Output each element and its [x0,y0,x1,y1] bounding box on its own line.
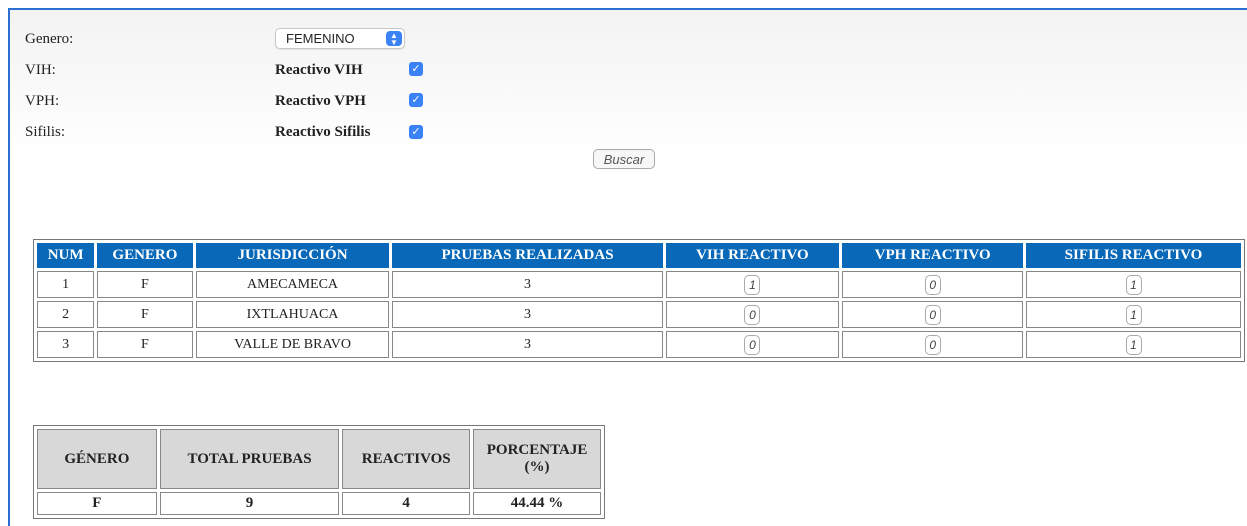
cell-jurisdiccion: AMECAMECA [195,271,390,298]
summary-header-porcentaje: PORCENTAJE (%) [473,429,601,489]
results-table: NUM GENERO JURISDICCIÓN PRUEBAS REALIZAD… [33,239,1245,362]
col-header-vph[interactable]: VPH REACTIVO [842,243,1024,268]
summary-header-porcentaje-unit: (%) [524,459,550,475]
cell-vph: 0 [842,301,1024,328]
vph-count-field[interactable]: 0 [924,334,941,355]
summary-table: GÉNERO TOTAL PRUEBAS REACTIVOS PORCENTAJ… [33,425,605,519]
vph-label: VPH: [25,93,60,109]
vih-label: VIH: [25,62,56,78]
summary-header-total: TOTAL PRUEBAS [159,429,340,489]
cell-vph: 0 [842,331,1024,358]
cell-jurisdiccion: VALLE DE BRAVO [195,331,390,358]
vph-check-label: Reactivo VPH [275,93,366,109]
col-header-jurisdiccion[interactable]: JURISDICCIÓN [195,243,390,268]
cell-vph: 0 [842,271,1024,298]
cell-sifilis: 1 [1026,301,1241,328]
col-header-vih[interactable]: VIH REACTIVO [665,243,840,268]
sifilis-count-field[interactable]: 1 [1125,334,1142,355]
cell-num: 3 [37,331,95,358]
summary-porcentaje: 44.44 % [473,492,601,515]
vph-count-field[interactable]: 0 [924,274,941,295]
summary-reactivos: 4 [342,492,471,515]
cell-genero: F [97,301,193,328]
summary-header-genero: GÉNERO [37,429,157,489]
col-header-sifilis[interactable]: SIFILIS REACTIVO [1026,243,1241,268]
cell-pruebas: 3 [392,301,663,328]
search-button[interactable]: Buscar [593,149,655,169]
cell-pruebas: 3 [392,331,663,358]
summary-genero: F [37,492,157,515]
cell-jurisdiccion: IXTLAHUACA [195,301,390,328]
summary-header-reactivos: REACTIVOS [342,429,471,489]
sifilis-count-field[interactable]: 1 [1125,274,1142,295]
cell-vih: 0 [665,301,840,328]
cell-sifilis: 1 [1026,271,1241,298]
vih-count-field[interactable]: 0 [744,304,761,325]
genero-select-value: FEMENINO [286,31,355,46]
col-header-genero[interactable]: GENERO [97,243,193,268]
table-row: 2 F IXTLAHUACA 3 0 0 1 [37,301,1241,328]
col-header-num[interactable]: NUM [37,243,95,268]
cell-genero: F [97,331,193,358]
sifilis-check-label: Reactivo Sifilis [275,124,371,140]
cell-num: 2 [37,301,95,328]
summary-header-porcentaje-label: PORCENTAJE [486,442,588,458]
cell-vih: 1 [665,271,840,298]
cell-vih: 0 [665,331,840,358]
sifilis-count-field[interactable]: 1 [1125,304,1142,325]
sifilis-checkbox[interactable]: ✓ [409,125,423,139]
cell-num: 1 [37,271,95,298]
vih-count-field[interactable]: 0 [744,334,761,355]
select-arrows-icon: ▲ ▼ [386,31,402,46]
summary-row: F 9 4 44.44 % [37,492,601,515]
vih-checkbox[interactable]: ✓ [409,62,423,76]
table-row: 3 F VALLE DE BRAVO 3 0 0 1 [37,331,1241,358]
vph-count-field[interactable]: 0 [924,304,941,325]
summary-header-row: GÉNERO TOTAL PRUEBAS REACTIVOS PORCENTAJ… [37,429,601,489]
genero-select[interactable]: FEMENINO ▲ ▼ [275,28,405,49]
vih-check-label: Reactivo VIH [275,62,363,78]
table-row: 1 F AMECAMECA 3 1 0 1 [37,271,1241,298]
cell-sifilis: 1 [1026,331,1241,358]
sifilis-label: Sifilis: [25,124,66,140]
vph-checkbox[interactable]: ✓ [409,93,423,107]
summary-total: 9 [159,492,340,515]
vih-count-field[interactable]: 1 [744,274,761,295]
cell-pruebas: 3 [392,271,663,298]
col-header-pruebas[interactable]: PRUEBAS REALIZADAS [392,243,663,268]
genero-label: Genero: [25,31,74,47]
cell-genero: F [97,271,193,298]
results-header-row: NUM GENERO JURISDICCIÓN PRUEBAS REALIZAD… [37,243,1241,268]
